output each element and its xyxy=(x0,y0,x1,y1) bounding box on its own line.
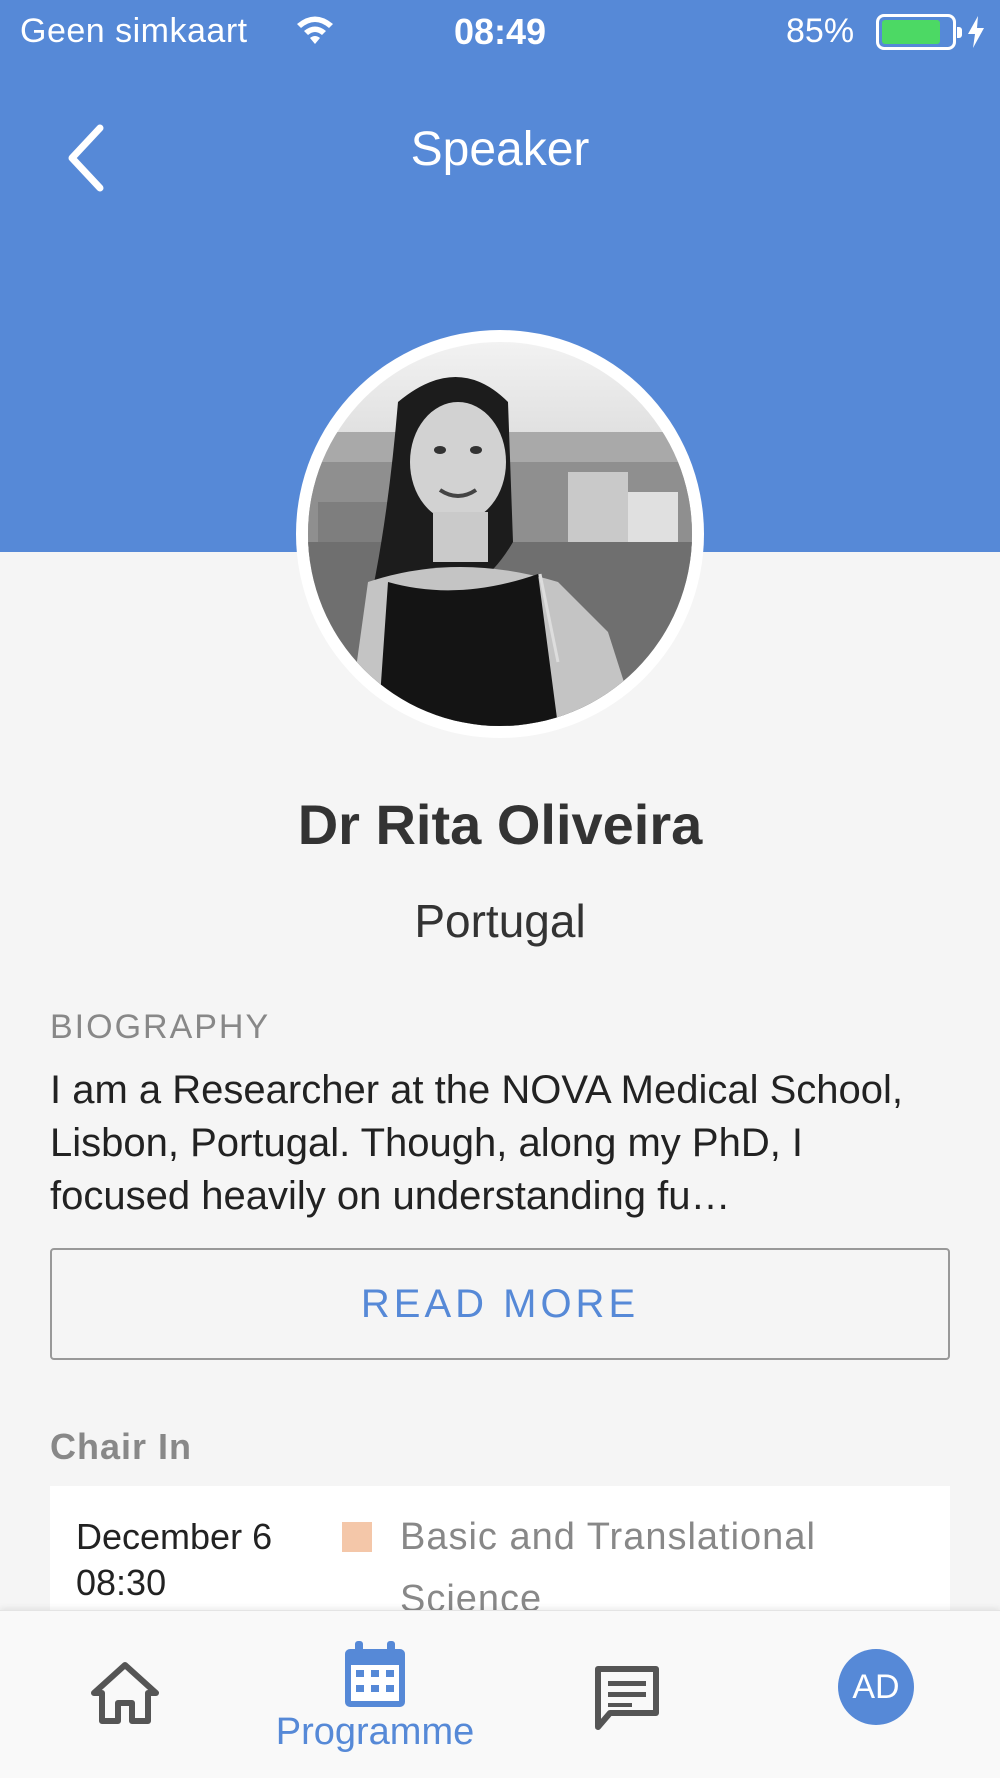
chair-in-heading: Chair In xyxy=(50,1426,193,1467)
calendar-icon xyxy=(345,1641,405,1707)
speaker-photo xyxy=(308,342,692,726)
tab-profile[interactable]: AD xyxy=(820,1611,970,1778)
profile-avatar: AD xyxy=(838,1649,914,1725)
page-title: Speaker xyxy=(410,123,590,176)
charging-bolt-icon xyxy=(968,16,984,48)
tab-messages[interactable] xyxy=(560,1611,690,1778)
read-more-button[interactable]: READ MORE xyxy=(50,1248,950,1360)
tab-programme-label: Programme xyxy=(275,1711,475,1753)
session-date: December 6 xyxy=(76,1516,273,1557)
speaker-name: Dr Rita Oliveira xyxy=(297,793,703,856)
tab-home[interactable] xyxy=(60,1611,190,1778)
session-time: 08:30 xyxy=(76,1562,167,1603)
speaker-avatar xyxy=(296,330,704,738)
biography-text: I am a Researcher at the NOVA Medical Sc… xyxy=(50,1068,903,1218)
battery-percentage: 85% xyxy=(786,12,855,50)
track-color-swatch xyxy=(342,1522,372,1552)
speaker-country: Portugal xyxy=(414,895,586,947)
battery-level xyxy=(882,20,940,44)
tab-programme[interactable]: Programme xyxy=(250,1611,500,1778)
home-icon xyxy=(91,1662,159,1724)
chat-bubble-icon xyxy=(595,1666,659,1730)
battery-icon xyxy=(876,14,962,50)
tab-bar: Programme AD xyxy=(0,1610,1000,1778)
biography-heading: BIOGRAPHY xyxy=(50,1008,271,1046)
status-bar: Geen simkaart 08:49 85% xyxy=(0,0,1000,66)
session-datetime: December 6 08:30 xyxy=(76,1514,272,1606)
